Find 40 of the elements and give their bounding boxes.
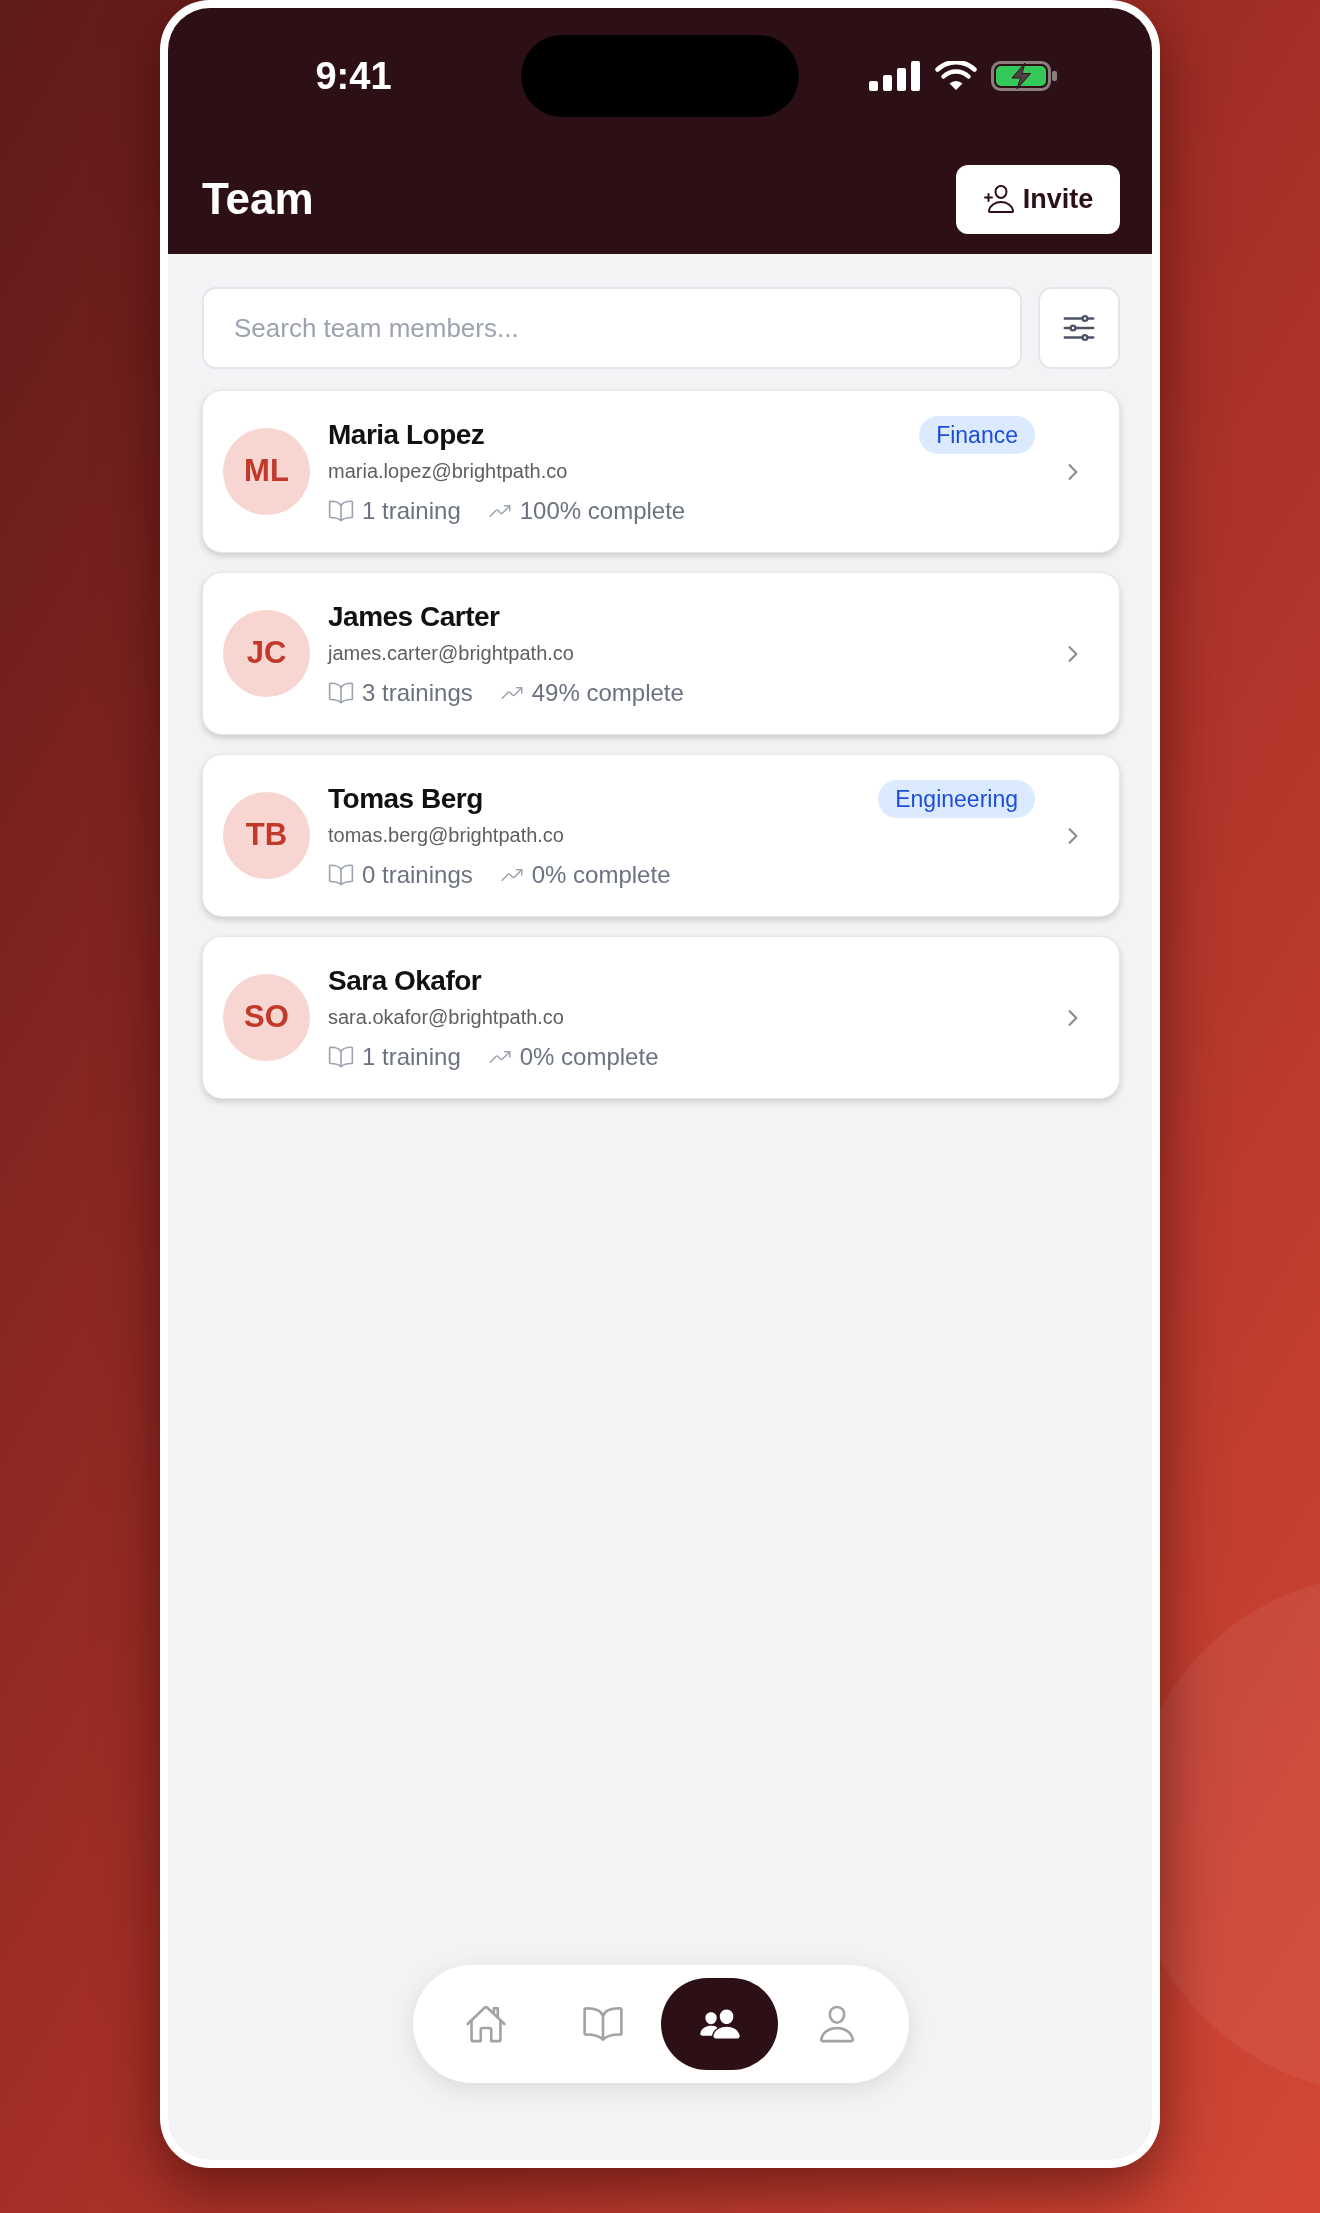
training-count: 1 training: [362, 495, 461, 526]
member-avatar: JC: [223, 610, 310, 697]
battery-charging-icon: [990, 61, 1057, 91]
training-count: 1 training: [362, 1041, 461, 1072]
book-icon: [328, 861, 354, 888]
completion-rate: 0% complete: [519, 1041, 659, 1072]
member-card[interactable]: ML Maria Lopez Finance maria.lopez@brightpath.co 1 training 100% complete: [202, 390, 1120, 553]
member-email: sara.okafor@brightpath.co: [328, 1004, 565, 1030]
member-card[interactable]: JC James Carter james.carter@brightpath.co 3 trainings 49% complete: [202, 572, 1120, 735]
member-email: maria.lopez@brightpath.co: [328, 458, 569, 484]
book-icon: [328, 497, 354, 524]
wifi-icon: [934, 61, 977, 91]
page-title: Team: [202, 177, 314, 221]
member-avatar: SO: [223, 974, 310, 1061]
status-time: 9:41: [315, 57, 392, 95]
add-person-icon: [982, 183, 1015, 215]
book-icon: [328, 1043, 354, 1070]
member-email: tomas.berg@brightpath.co: [328, 822, 565, 848]
search-field[interactable]: Search team members...: [202, 287, 1022, 369]
completion-rate: 100% complete: [519, 495, 686, 526]
department-badge: Finance: [919, 415, 1035, 454]
book-icon: [328, 679, 354, 706]
member-name: Sara Okafor: [328, 963, 482, 998]
member-card[interactable]: TB Tomas Berg Engineering tomas.berg@brightpath.co 0 trainings 0% complete: [202, 754, 1120, 917]
member-avatar: ML: [223, 428, 310, 515]
house-icon: [464, 2003, 507, 2045]
filter-button[interactable]: [1038, 287, 1120, 369]
department-badge: Engineering: [878, 779, 1035, 818]
completion-rate: 0% complete: [531, 859, 671, 890]
member-card[interactable]: SO Sara Okafor sara.okafor@brightpath.co 1 training 0% complete: [202, 936, 1120, 1099]
training-count: 3 trainings: [362, 677, 473, 708]
member-avatar: TB: [223, 792, 310, 879]
member-name: Tomas Berg: [328, 781, 483, 816]
completion-rate: 49% complete: [531, 677, 684, 708]
member-name: Maria Lopez: [328, 417, 485, 452]
member-name: James Carter: [328, 599, 500, 634]
signal-icon: [868, 61, 921, 91]
invite-button[interactable]: Invite: [956, 164, 1120, 234]
member-email: james.carter@brightpath.co: [328, 640, 575, 666]
training-count: 0 trainings: [362, 859, 473, 890]
